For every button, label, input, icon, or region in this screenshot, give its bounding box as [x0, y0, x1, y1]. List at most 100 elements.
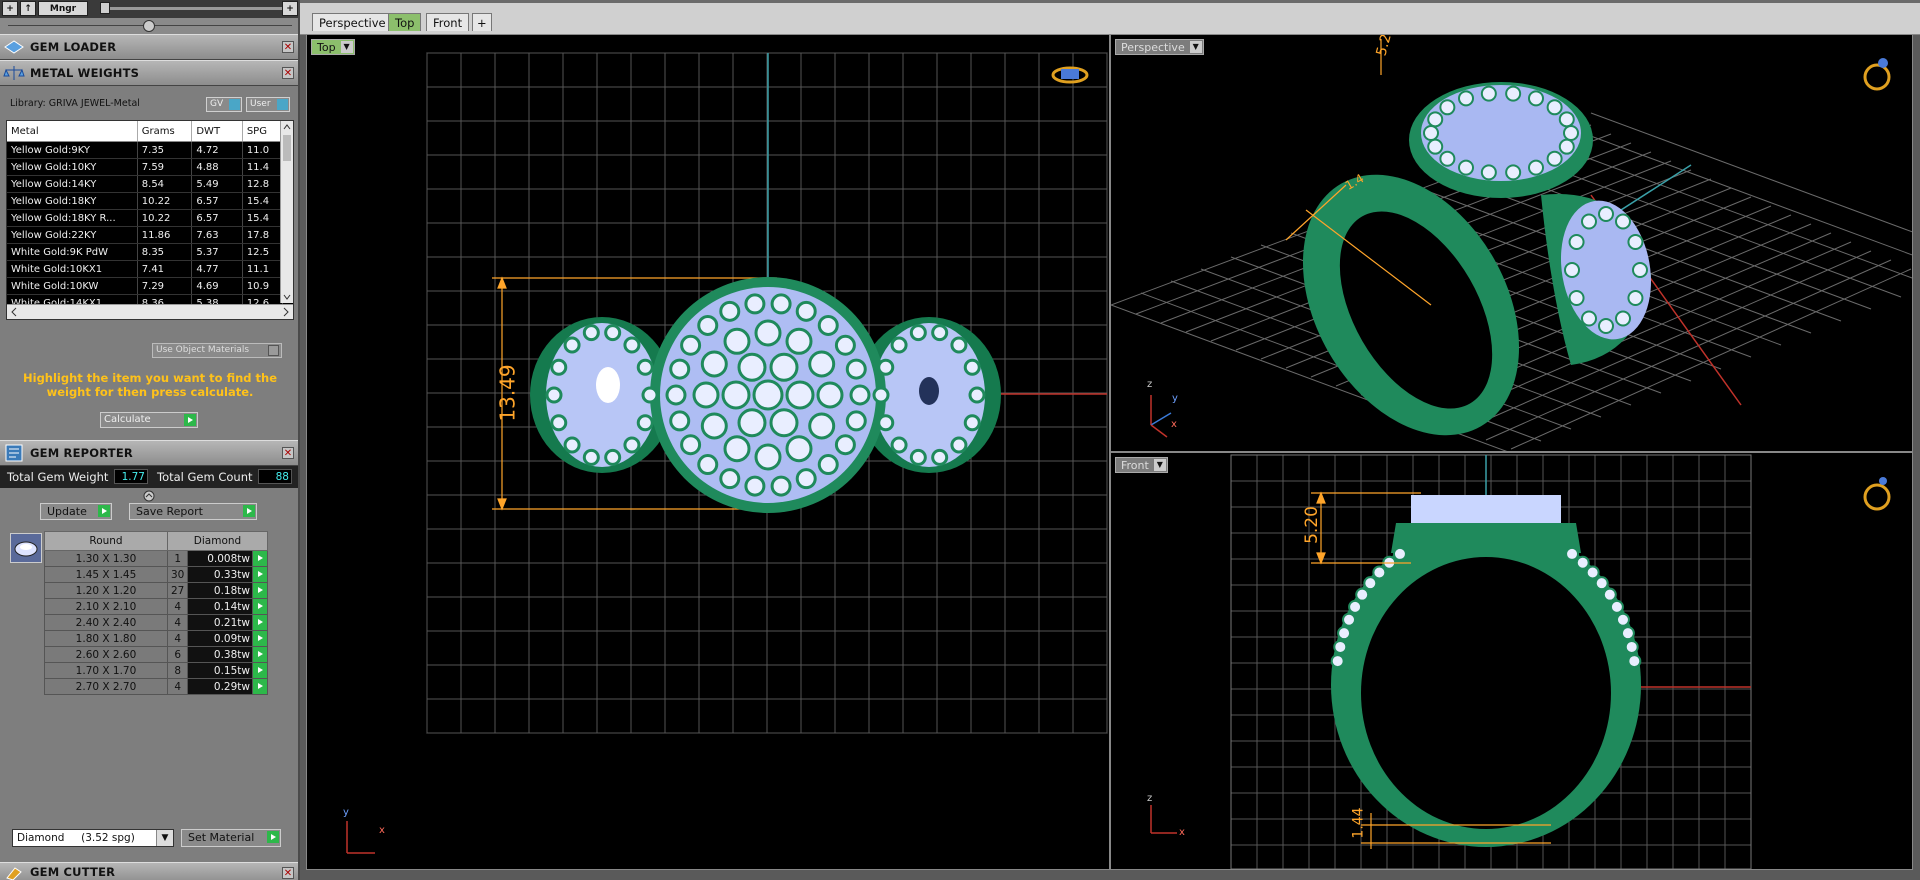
top-viewport[interactable]: Top ▼ 13.49 y x — [306, 34, 1110, 870]
tab-add[interactable]: + — [472, 13, 492, 31]
gv-toggle[interactable]: GV — [206, 97, 242, 112]
col-dwt[interactable]: DWT — [191, 121, 243, 142]
tab-top[interactable]: Top — [388, 13, 422, 31]
table-cell: Yellow Gold:9KY — [7, 141, 138, 159]
tab-front[interactable]: Front — [426, 13, 470, 31]
ring-top-model — [530, 277, 1001, 513]
material-select[interactable]: Diamond (3.52 spg) ▼ — [12, 829, 174, 847]
cutter-icon — [6, 867, 22, 880]
table-cell: 11.4 — [242, 158, 284, 176]
gem-row[interactable]: 1.70 X 1.70 8 0.15tw — [44, 662, 268, 679]
select-gem-button[interactable] — [252, 550, 268, 567]
select-gem-button[interactable] — [252, 582, 268, 599]
save-report-button[interactable]: Save Report — [129, 503, 257, 520]
table-row[interactable]: White Gold:10KW 7.29 4.69 10.9 — [7, 277, 284, 295]
gem-reporter-header[interactable]: GEM REPORTER ✕ — [0, 440, 298, 466]
table-cell: Yellow Gold:18KY — [7, 192, 138, 210]
gem-weight: 0.008tw — [187, 550, 253, 567]
table-row[interactable]: White Gold:10KX1 7.41 4.77 11.1 — [7, 260, 284, 278]
gem-cutter-header[interactable]: GEM CUTTER ✕ — [0, 862, 298, 880]
metal-table-hscroll[interactable] — [7, 304, 293, 319]
col-shape: Round — [44, 531, 168, 551]
front-dimension-a: 5.20 — [1301, 506, 1322, 544]
gem-row[interactable]: 1.30 X 1.30 1 0.008tw — [44, 550, 268, 567]
left-panel: + ↑ Mngr + GEM LOADER ✕ METAL WEIGHTS ✕ … — [0, 0, 300, 880]
select-gem-button[interactable] — [252, 566, 268, 583]
select-gem-button[interactable] — [252, 678, 268, 695]
col-grams[interactable]: Grams — [137, 121, 193, 142]
user-toggle[interactable]: User — [246, 97, 290, 112]
table-cell: 4.88 — [191, 158, 243, 176]
col-metal[interactable]: Metal — [7, 121, 138, 142]
ring-thumb-icon — [1051, 66, 1089, 84]
gem-shape-thumbnail[interactable] — [10, 533, 42, 563]
table-cell: 11.1 — [242, 260, 284, 278]
close-icon[interactable]: ✕ — [282, 867, 294, 879]
close-icon[interactable]: ✕ — [282, 41, 294, 53]
tab-perspective[interactable]: Perspective — [312, 13, 393, 31]
table-row[interactable]: Yellow Gold:18KY R... 10.22 6.57 15.4 — [7, 209, 284, 227]
table-row[interactable]: Yellow Gold:18KY 10.22 6.57 15.4 — [7, 192, 284, 210]
col-spg[interactable]: SPG — [242, 121, 284, 142]
gem-row[interactable]: 1.20 X 1.20 27 0.18tw — [44, 582, 268, 599]
gem-weight: 0.29tw — [187, 678, 253, 695]
table-cell: 7.59 — [137, 158, 193, 176]
close-icon[interactable]: ✕ — [282, 447, 294, 459]
collapse-up-icon[interactable] — [143, 490, 155, 502]
table-row[interactable]: Yellow Gold:10KY 7.59 4.88 11.4 — [7, 158, 284, 176]
collapse-knob[interactable] — [143, 20, 155, 32]
add-button[interactable]: + — [2, 1, 18, 16]
gem-row[interactable]: 2.60 X 2.60 6 0.38tw — [44, 646, 268, 663]
use-object-materials-checkbox[interactable]: Use Object Materials — [152, 343, 282, 358]
toolbar-slider-track[interactable] — [102, 7, 292, 10]
axis-y-label: y — [343, 807, 349, 818]
gem-count: 27 — [166, 582, 189, 599]
table-row[interactable]: Yellow Gold:22KY 11.86 7.63 17.8 — [7, 226, 284, 244]
table-cell: White Gold:10KX1 — [7, 260, 138, 278]
collapse-strip[interactable] — [0, 18, 298, 34]
select-gem-button[interactable] — [252, 614, 268, 631]
gem-row[interactable]: 2.10 X 2.10 4 0.14tw — [44, 598, 268, 615]
gem-cutter-title: GEM CUTTER — [30, 865, 116, 879]
gem-loader-title: GEM LOADER — [30, 40, 117, 54]
table-row[interactable]: Yellow Gold:9KY 7.35 4.72 11.0 — [7, 141, 284, 159]
perspective-viewport[interactable]: Perspective ▼ 5.2 1.4 z y x — [1110, 34, 1913, 452]
gem-size: 1.30 X 1.30 — [44, 550, 168, 567]
metal-table-vscroll[interactable] — [280, 121, 293, 303]
table-cell: 11.86 — [137, 226, 193, 244]
gem-size: 1.20 X 1.20 — [44, 582, 168, 599]
gem-row[interactable]: 1.80 X 1.80 4 0.09tw — [44, 630, 268, 647]
update-button[interactable]: Update — [40, 503, 112, 520]
scale-icon — [3, 66, 25, 80]
add-panel-button[interactable]: + — [282, 1, 298, 16]
front-viewport[interactable]: Front ▼ 5.20 1.44 z x — [1110, 452, 1913, 870]
total-gem-weight-label: Total Gem Weight — [7, 470, 109, 484]
close-icon[interactable]: ✕ — [282, 67, 294, 79]
table-cell: 8.35 — [137, 243, 193, 261]
up-button[interactable]: ↑ — [20, 1, 36, 16]
select-gem-button[interactable] — [252, 662, 268, 679]
gem-row[interactable]: 2.70 X 2.70 4 0.29tw — [44, 678, 268, 695]
gem-row[interactable]: 2.40 X 2.40 4 0.21tw — [44, 614, 268, 631]
table-cell: 6.57 — [191, 192, 243, 210]
toolbar-slider-knob[interactable] — [100, 2, 110, 14]
set-material-button[interactable]: Set Material — [181, 829, 281, 847]
gem-loader-header[interactable]: GEM LOADER ✕ — [0, 34, 298, 60]
gem-size: 2.60 X 2.60 — [44, 646, 168, 663]
calculate-button[interactable]: Calculate — [100, 412, 198, 428]
top-toolbar: + ↑ Mngr + — [0, 0, 298, 18]
table-row[interactable]: White Gold:9K PdW 8.35 5.37 12.5 — [7, 243, 284, 261]
checkbox-box[interactable] — [268, 345, 279, 356]
gem-row[interactable]: 1.45 X 1.45 30 0.33tw — [44, 566, 268, 583]
manager-button[interactable]: Mngr — [38, 1, 88, 16]
select-gem-button[interactable] — [252, 598, 268, 615]
table-cell: Yellow Gold:10KY — [7, 158, 138, 176]
table-cell: 15.4 — [242, 209, 284, 227]
metal-weights-header[interactable]: METAL WEIGHTS ✕ — [0, 60, 298, 86]
top-strip — [300, 0, 1920, 3]
table-row[interactable]: Yellow Gold:14KY 8.54 5.49 12.8 — [7, 175, 284, 193]
select-gem-button[interactable] — [252, 646, 268, 663]
gem-size: 1.45 X 1.45 — [44, 566, 168, 583]
axis-x-label: x — [379, 825, 385, 836]
select-gem-button[interactable] — [252, 630, 268, 647]
